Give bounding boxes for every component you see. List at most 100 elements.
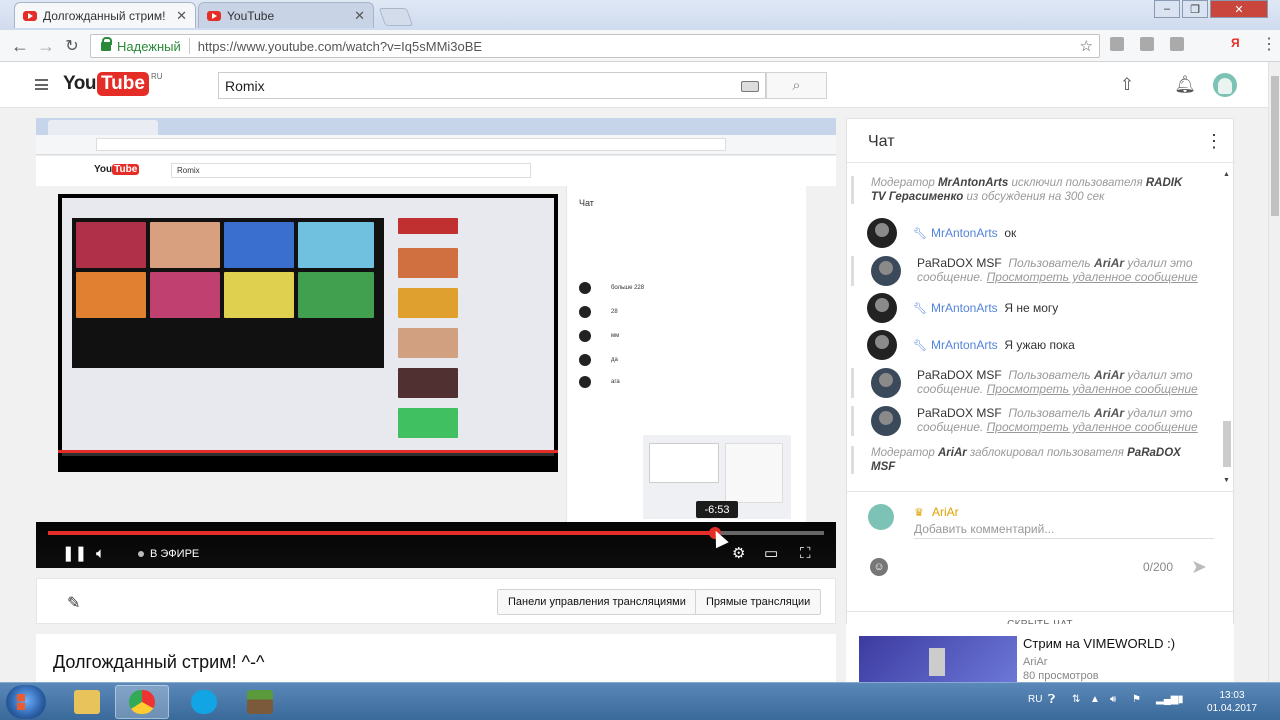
chat-author[interactable]: MrAntonArts: [931, 338, 998, 352]
folder-icon: [74, 690, 100, 714]
captured-tab-strip: [36, 118, 836, 135]
minecraft-taskbar-button[interactable]: [233, 685, 287, 719]
moderator-wrench-icon: 🔧︎: [913, 228, 927, 240]
view-deleted-link[interactable]: Просмотреть удаленное сообщение: [987, 270, 1198, 284]
guide-menu-icon[interactable]: [35, 79, 48, 90]
emoji-icon[interactable]: ☺: [870, 558, 888, 576]
chat-author[interactable]: PaRaDOX MSF: [917, 256, 1002, 270]
chat-scrollbar-thumb[interactable]: [1223, 421, 1231, 467]
address-bar[interactable]: Надежный https://www.youtube.com/watch?v…: [90, 34, 1100, 58]
chat-text: ок: [1004, 226, 1017, 240]
volume-icon[interactable]: 🔊︎: [1110, 694, 1116, 705]
related-video[interactable]: Стрим на VIMEWORLD :) AriAr 80 просмотро…: [846, 624, 1234, 682]
avatar[interactable]: [867, 330, 897, 360]
captured-thumbnail-grid: [72, 218, 384, 368]
windows-taskbar: RU ❓︎ ⇅ ▲ 🔊︎ ⚑ ▂▄▆ ▮ 13:03 01.04.2017: [0, 682, 1280, 720]
volume-icon[interactable]: 🔈︎: [96, 545, 105, 563]
scrollbar-thumb[interactable]: [1271, 76, 1279, 216]
edit-pencil-icon[interactable]: ✎: [67, 593, 80, 613]
related-channel[interactable]: AriAr: [1023, 656, 1047, 668]
tab-label: Долгожданный стрим!: [43, 8, 166, 23]
theater-mode-icon[interactable]: ▭: [764, 545, 778, 563]
back-arrow-icon[interactable]: ←: [8, 34, 32, 58]
scroll-up-icon[interactable]: ▲: [1223, 171, 1230, 178]
send-icon[interactable]: ➤: [1191, 556, 1207, 579]
youtube-favicon-icon: [23, 10, 37, 21]
extension-icon[interactable]: [1140, 37, 1154, 51]
page-scrollbar[interactable]: [1268, 62, 1280, 682]
restore-button[interactable]: ❐: [1182, 0, 1208, 18]
reload-icon[interactable]: ↻: [60, 34, 84, 58]
new-tab-button[interactable]: [378, 8, 414, 26]
chat-deleted-message: PaRaDOX MSF Пользователь AriAr удалил эт…: [851, 256, 1198, 286]
youtube-page: You Tube RU Romix ⌕ ⇧ 🔔︎ YouTube Romix: [0, 62, 1280, 682]
view-deleted-link[interactable]: Просмотреть удаленное сообщение: [987, 382, 1198, 396]
avatar[interactable]: [871, 368, 901, 398]
yandex-profile-icon[interactable]: Я: [1231, 36, 1240, 50]
youtube-logo[interactable]: You Tube RU: [63, 72, 163, 96]
avatar[interactable]: [867, 293, 897, 323]
tab-label: YouTube: [227, 8, 275, 23]
browser-menu-icon[interactable]: ⋮: [1261, 34, 1277, 54]
close-window-button[interactable]: ✕: [1210, 0, 1268, 18]
flag-icon[interactable]: ⚑: [1132, 694, 1141, 705]
extension-icon[interactable]: [1110, 37, 1124, 51]
extension-icon[interactable]: [1170, 37, 1184, 51]
live-streams-button[interactable]: Прямые трансляции: [695, 589, 822, 615]
language-indicator[interactable]: RU: [1028, 694, 1042, 705]
network-icon[interactable]: ⇅: [1072, 694, 1080, 705]
avatar[interactable]: [871, 406, 901, 436]
live-indicator[interactable]: В ЭФИРЕ: [138, 548, 199, 560]
input-username: AriAr: [932, 505, 959, 519]
scroll-down-icon[interactable]: ▼: [1223, 477, 1230, 484]
avatar[interactable]: [867, 218, 897, 248]
keyboard-icon[interactable]: [741, 81, 759, 92]
notifications-bell-icon[interactable]: 🔔︎: [1174, 74, 1196, 96]
pause-icon[interactable]: ❚❚: [62, 545, 87, 563]
related-thumbnail[interactable]: [859, 636, 1017, 682]
bookmark-star-icon[interactable]: ☆: [1080, 37, 1093, 55]
progress-bar-fill: [48, 531, 716, 535]
chat-system-message: Модератор MrAntonArts исключил пользоват…: [851, 176, 1196, 204]
moderator-wrench-icon: 🔧︎: [913, 303, 927, 315]
start-button[interactable]: [6, 685, 46, 719]
chat-message: 🔧︎ MrAntonArts Я ужаю пока: [867, 330, 1207, 360]
logo-text: You: [63, 73, 96, 94]
signal-icon[interactable]: ▂▄▆: [1156, 694, 1178, 705]
forward-arrow-icon[interactable]: →: [34, 34, 58, 58]
close-tab-icon[interactable]: ✕: [354, 8, 365, 24]
settings-gear-icon[interactable]: ⚙: [732, 545, 745, 563]
search-button[interactable]: ⌕: [766, 72, 827, 99]
close-tab-icon[interactable]: ✕: [176, 8, 187, 24]
view-deleted-link[interactable]: Просмотреть удаленное сообщение: [987, 420, 1198, 434]
battery-icon[interactable]: ▮: [1178, 694, 1184, 705]
fullscreen-icon[interactable]: ⛶: [800, 545, 811, 563]
tab-stream[interactable]: Долгожданный стрим! ✕: [14, 2, 196, 28]
divider: [188, 38, 190, 54]
upload-icon[interactable]: ⇧: [1116, 74, 1138, 96]
chat-author[interactable]: PaRaDOX MSF: [917, 406, 1002, 420]
chat-input[interactable]: Добавить комментарий...: [914, 522, 1214, 539]
chat-author[interactable]: MrAntonArts: [931, 301, 998, 315]
avatar[interactable]: [871, 256, 901, 286]
chat-author[interactable]: MrAntonArts: [931, 226, 998, 240]
video-player[interactable]: You Tube Romix Чат больше 228 28 мм да а…: [36, 118, 836, 568]
search-input[interactable]: Romix: [218, 72, 766, 99]
tray-arrow-icon[interactable]: ▲: [1090, 694, 1100, 705]
dashboard-button[interactable]: Панели управления трансляциями: [497, 589, 697, 615]
chat-deleted-message: PaRaDOX MSF Пользователь AriAr удалил эт…: [851, 368, 1198, 398]
avatar[interactable]: [1213, 73, 1237, 97]
help-icon[interactable]: ❓︎: [1048, 692, 1055, 707]
url-text[interactable]: https://www.youtube.com/watch?v=Iq5sMMi3…: [198, 39, 482, 54]
chat-menu-icon[interactable]: ⋮: [1205, 131, 1223, 152]
chat-author[interactable]: PaRaDOX MSF: [917, 368, 1002, 382]
captured-masthead: You Tube Romix: [36, 156, 836, 186]
related-title[interactable]: Стрим на VIMEWORLD :): [1023, 636, 1175, 651]
system-clock[interactable]: 13:03 01.04.2017: [1204, 689, 1260, 715]
minimize-button[interactable]: –: [1154, 0, 1180, 18]
tab-youtube[interactable]: YouTube ✕: [198, 2, 374, 28]
skype-taskbar-button[interactable]: [177, 685, 231, 719]
chrome-taskbar-button[interactable]: [115, 685, 169, 719]
chat-scrollbar[interactable]: ▲ ▼: [1223, 171, 1231, 487]
explorer-taskbar-button[interactable]: [60, 685, 114, 719]
